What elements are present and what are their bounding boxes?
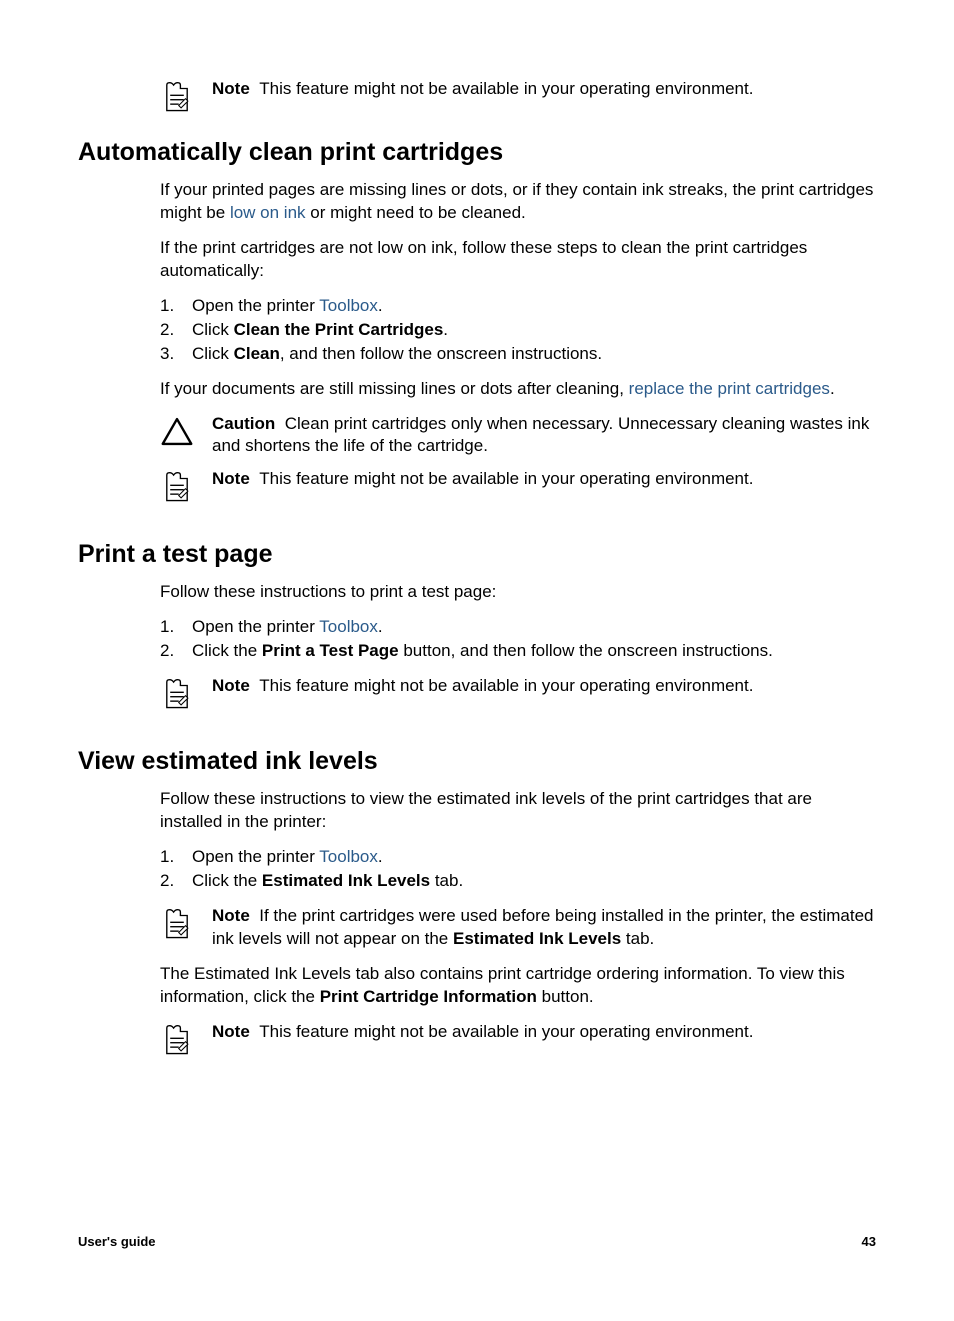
step-2: Click the Print a Test Page button, and … [160, 640, 876, 663]
steps-auto-clean: Open the printer Toolbox. Click Clean th… [160, 295, 876, 366]
step-2: Click the Estimated Ink Levels tab. [160, 870, 876, 893]
note-text-ink: Note If the print cartridges were used b… [212, 905, 876, 951]
para-ink-2: The Estimated Ink Levels tab also contai… [160, 963, 876, 1009]
note-text: Note This feature might not be available… [212, 675, 876, 698]
note-icon [160, 468, 212, 504]
para-ink-1: Follow these instructions to view the es… [160, 788, 876, 834]
link-toolbox[interactable]: Toolbox [319, 847, 378, 866]
para-auto-clean-3: If your documents are still missing line… [160, 378, 876, 401]
steps-ink: Open the printer Toolbox. Click the Esti… [160, 846, 876, 893]
note-text: Note This feature might not be available… [212, 468, 876, 491]
note-icon [160, 675, 212, 711]
step-2: Click Clean the Print Cartridges. [160, 319, 876, 342]
footer-title: User's guide [78, 1234, 156, 1249]
heading-test-page: Print a test page [78, 540, 876, 569]
caution-icon [160, 413, 212, 449]
link-replace-cartridges[interactable]: replace the print cartridges [629, 379, 830, 398]
heading-auto-clean: Automatically clean print cartridges [78, 138, 876, 167]
steps-test: Open the printer Toolbox. Click the Prin… [160, 616, 876, 663]
para-auto-clean-2: If the print cartridges are not low on i… [160, 237, 876, 283]
caution-text: Caution Clean print cartridges only when… [212, 413, 876, 459]
step-1: Open the printer Toolbox. [160, 616, 876, 639]
note-icon [160, 905, 212, 941]
page-number: 43 [862, 1234, 876, 1249]
heading-ink-levels: View estimated ink levels [78, 747, 876, 776]
step-1: Open the printer Toolbox. [160, 846, 876, 869]
note-icon [160, 78, 212, 114]
note-text: Note This feature might not be available… [212, 1021, 876, 1044]
para-auto-clean-1: If your printed pages are missing lines … [160, 179, 876, 225]
link-toolbox[interactable]: Toolbox [319, 617, 378, 636]
note-text: Note This feature might not be available… [212, 78, 876, 101]
step-3: Click Clean, and then follow the onscree… [160, 343, 876, 366]
link-toolbox[interactable]: Toolbox [319, 296, 378, 315]
link-low-on-ink[interactable]: low on ink [230, 203, 306, 222]
para-test-1: Follow these instructions to print a tes… [160, 581, 876, 604]
note-icon [160, 1021, 212, 1057]
step-1: Open the printer Toolbox. [160, 295, 876, 318]
